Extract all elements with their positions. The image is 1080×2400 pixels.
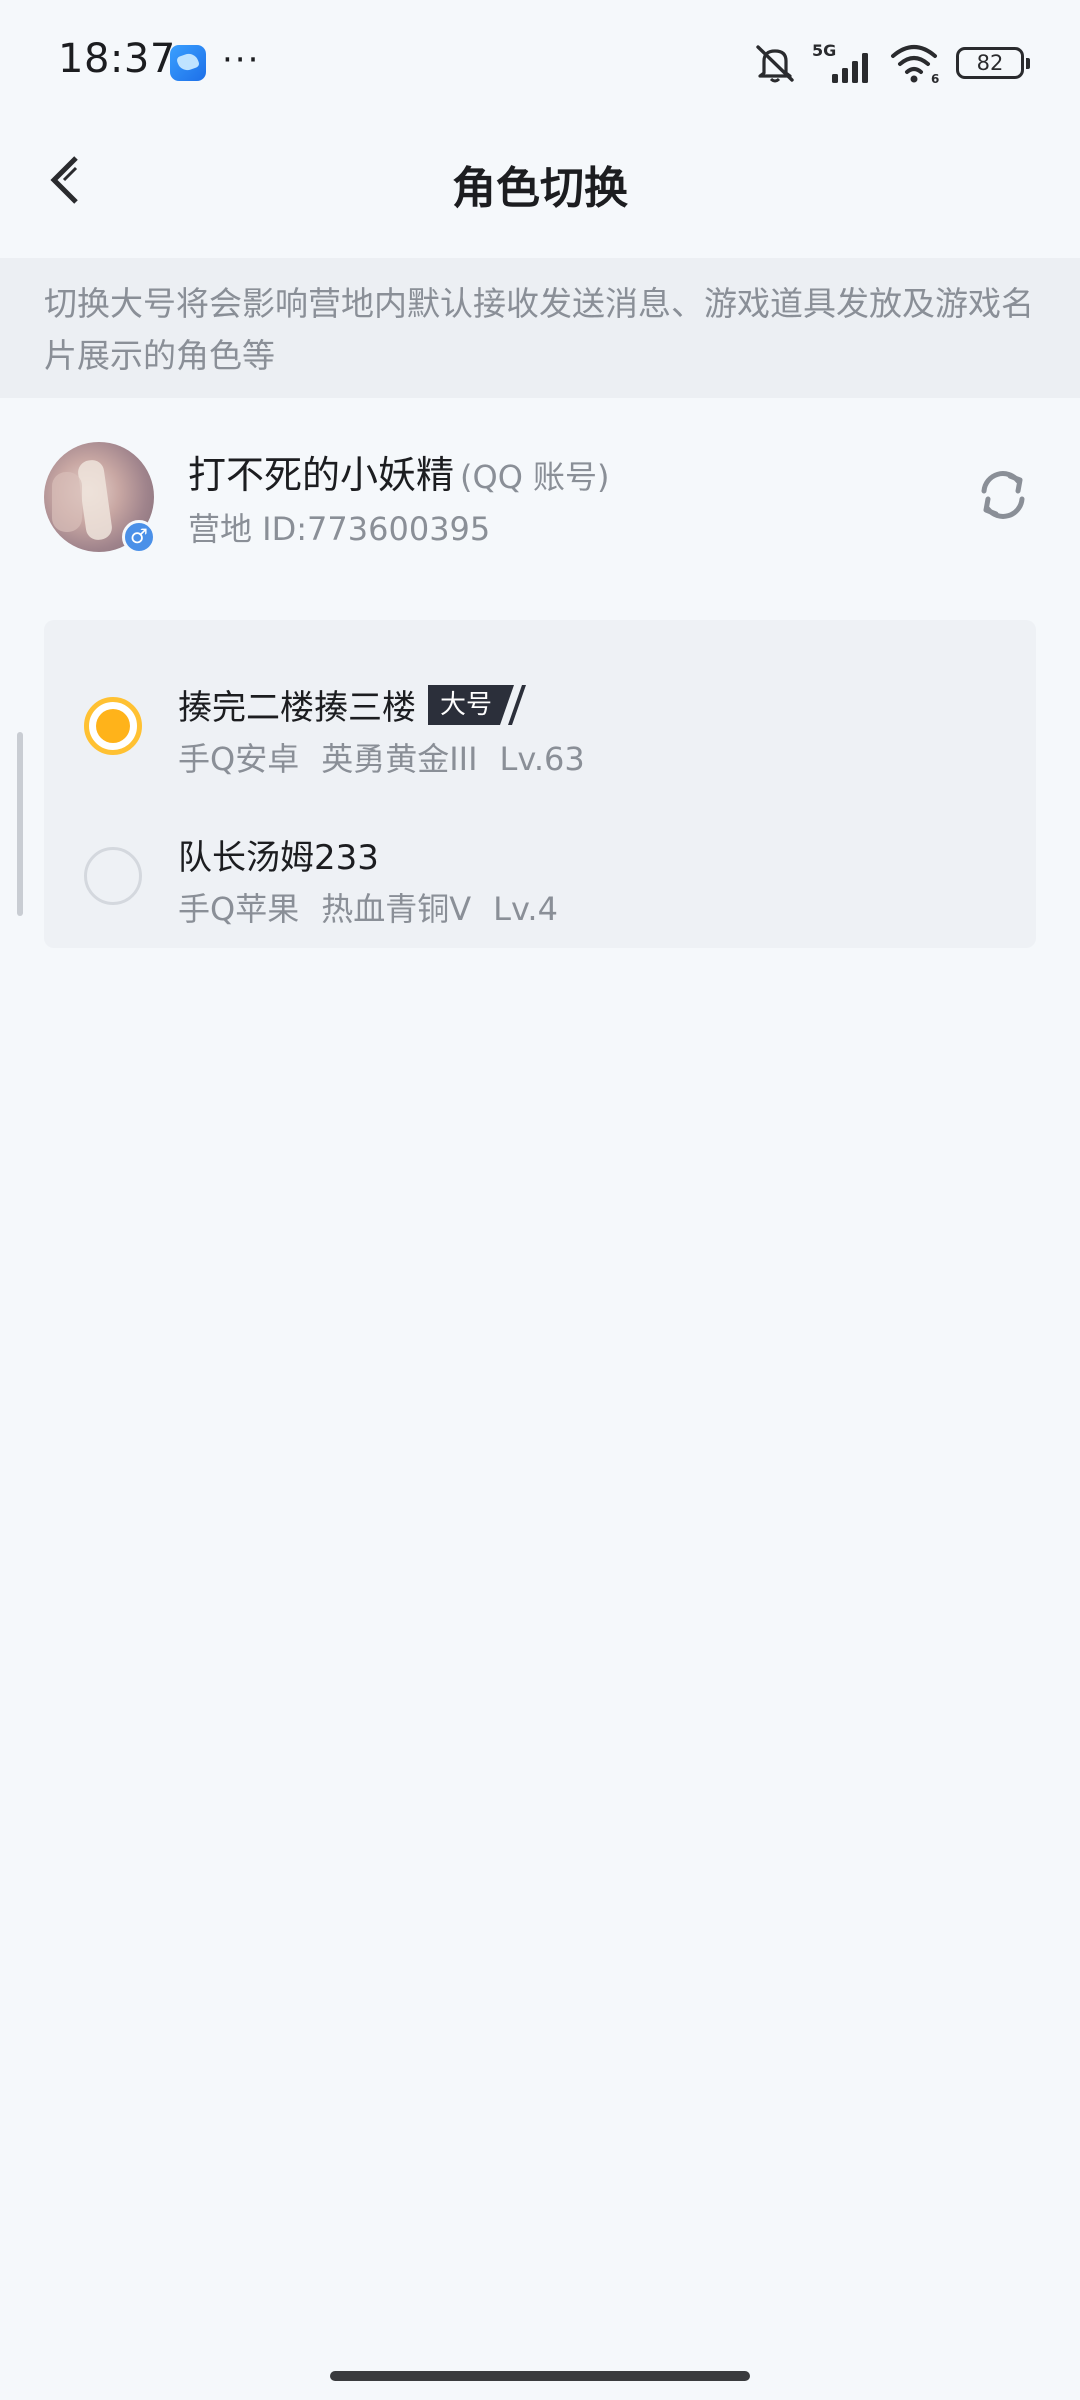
account-nickname: 打不死的小妖精 [188, 453, 455, 497]
role-name: 队长汤姆233 [178, 830, 379, 879]
refresh-icon [981, 471, 1025, 519]
notice-text: 切换大号将会影响营地内默认接收发送消息、游戏道具发放及游戏名片展示的角色等 [44, 284, 1034, 375]
role-name-text: 揍完二楼揍三楼 [178, 688, 416, 728]
status-bar: 18:37 ··· 5G 6 82 [0, 0, 1080, 120]
status-time: 18:37 [58, 36, 176, 82]
role-platform: 手Q安卓 [178, 740, 300, 778]
role-radio-unselected[interactable] [84, 847, 142, 905]
signal-5g-icon: 5G [812, 41, 868, 83]
role-item-main[interactable]: 揍完二楼揍三楼 大号 手Q安卓 英勇黄金III Lv.63 [44, 640, 1036, 790]
role-rank: 热血青铜V [321, 890, 472, 928]
header: 角色切换 [0, 120, 1080, 260]
role-radio-selected[interactable] [84, 697, 142, 755]
home-indicator[interactable] [330, 2371, 750, 2381]
role-platform: 手Q苹果 [178, 890, 300, 928]
account-row: ♂ 打不死的小妖精 (QQ 账号) 营地 ID:773600395 [0, 438, 1080, 558]
account-id: 营地 ID:773600395 [188, 510, 491, 548]
svg-text:5G: 5G [812, 41, 836, 60]
male-gender-icon: ♂ [122, 520, 156, 554]
role-meta: 手Q安卓 英勇黄金III Lv.63 [178, 734, 607, 780]
main-account-badge-label: 大号 [428, 684, 501, 725]
role-name: 揍完二楼揍三楼 大号 [178, 680, 530, 729]
account-type: (QQ 账号) [460, 458, 610, 496]
switch-account-button[interactable] [972, 464, 1034, 526]
account-name: 打不死的小妖精 (QQ 账号) [188, 444, 610, 499]
main-account-badge: 大号 [428, 683, 530, 727]
mute-icon [756, 45, 794, 83]
status-icons: 5G 6 82 [752, 40, 1030, 86]
battery-icon: 82 [956, 47, 1030, 79]
app-notification-icon [170, 45, 206, 81]
role-switch-page: 18:37 ··· 5G 6 82 角色切换 切换大号将会影响营地内默认接收发送… [0, 0, 1080, 2400]
role-item-secondary[interactable]: 队长汤姆233 手Q苹果 热血青铜V Lv.4 [44, 790, 1036, 940]
role-meta: 手Q苹果 热血青铜V Lv.4 [178, 884, 580, 930]
more-notifications-icon: ··· [222, 40, 261, 80]
role-rank: 英勇黄金III [321, 740, 478, 778]
role-level: Lv.63 [499, 740, 585, 778]
page-title: 角色切换 [452, 163, 628, 214]
wifi-icon: 6 [891, 45, 939, 84]
role-list: 揍完二楼揍三楼 大号 手Q安卓 英勇黄金III Lv.63 队长汤姆233 手Q苹果 [44, 620, 1036, 948]
scroll-indicator [17, 732, 23, 916]
badge-slant-icon [500, 684, 527, 725]
role-name-text: 队长汤姆233 [178, 838, 379, 878]
role-level: Lv.4 [493, 890, 558, 928]
notice-banner: 切换大号将会影响营地内默认接收发送消息、游戏道具发放及游戏名片展示的角色等 [0, 258, 1080, 398]
svg-text:6: 6 [931, 72, 939, 84]
